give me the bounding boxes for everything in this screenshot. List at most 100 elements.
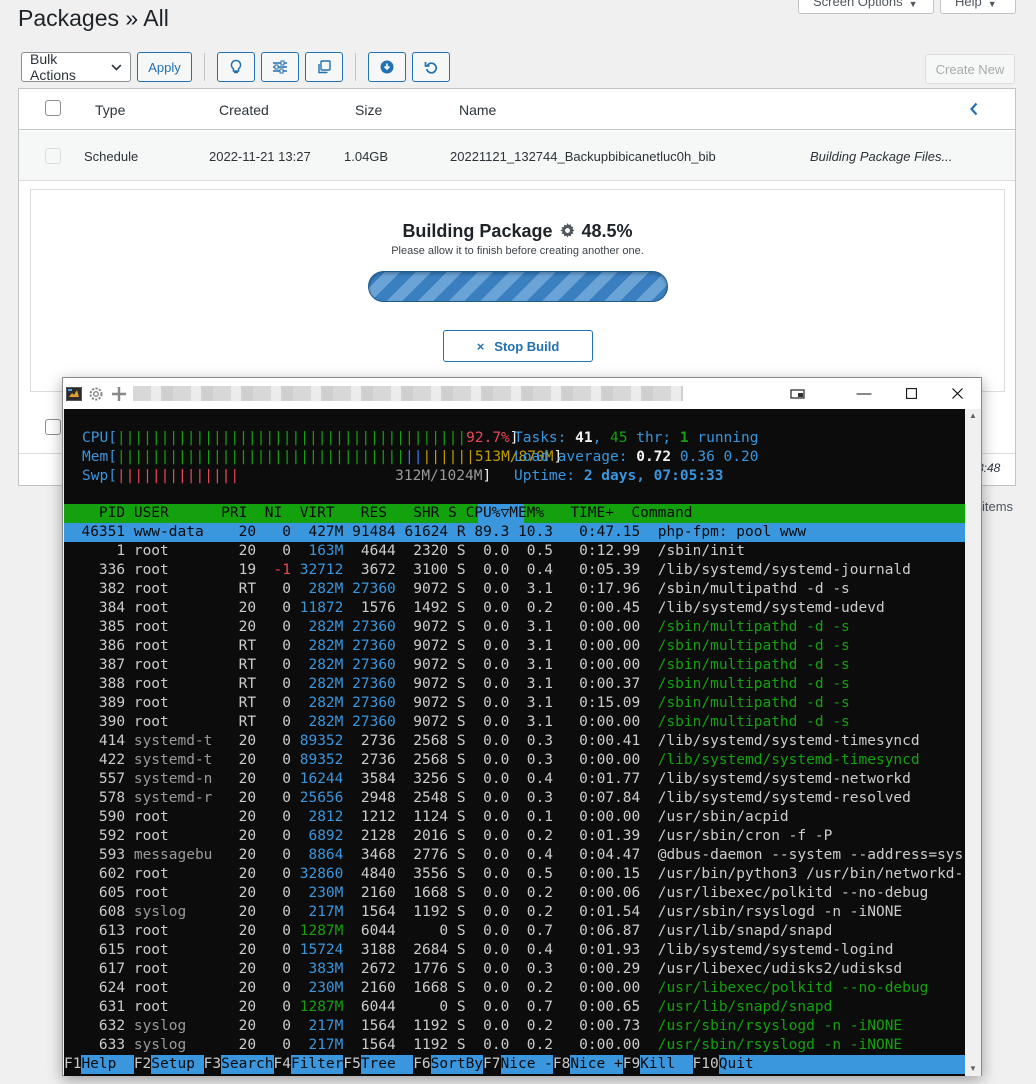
process-row[interactable]: 617 root 20 0 383M 2672 1776 S 0.0 0.3 0… (64, 960, 902, 979)
process-row[interactable]: 336 root 19 -1 32712 3672 3100 S 0.0 0.4… (64, 561, 911, 580)
fkey-label[interactable]: Search (221, 1055, 274, 1074)
process-mem: 0.4 (518, 771, 562, 787)
process-row[interactable]: 608 syslog 20 0 217M 1564 1192 S 0.0 0.2… (64, 903, 902, 922)
process-header-text: PID USER PRI NI VIRT RES SHR S CPU%▽MEM%… (64, 505, 693, 521)
fkey-label[interactable]: SortBy (430, 1055, 483, 1074)
process-row[interactable]: 46351 www-data 20 0 427M 91484 61624 R 8… (64, 523, 806, 542)
mem-meter: Mem[||||||||||||||||||||||||||||||||||||… (82, 448, 562, 467)
process-row[interactable]: 422 systemd-t 20 0 89352 2736 2568 S 0.0… (64, 751, 920, 770)
fkey-label[interactable]: Nice + (570, 1055, 623, 1074)
row-checkbox[interactable] (45, 148, 61, 164)
fkey-f1[interactable]: F1 (64, 1055, 82, 1074)
process-state: S (456, 600, 475, 616)
row-checkbox[interactable] (45, 419, 61, 435)
process-row[interactable]: 382 root RT 0 282M 27360 9072 S 0.0 3.1 … (64, 580, 850, 599)
fkey-label[interactable]: Kill (640, 1055, 693, 1074)
process-row[interactable]: 613 root 20 0 1287M 6044 0 S 0.0 0.7 0:0… (64, 922, 832, 941)
copy-button[interactable] (305, 52, 343, 82)
fkey-f8[interactable]: F8 (552, 1055, 571, 1074)
fkey-label[interactable]: Help (81, 1055, 134, 1074)
process-command: /usr/lib/snapd/snapd (657, 999, 833, 1015)
column-name[interactable]: Name (459, 102, 496, 118)
process-res: 2948 (352, 790, 405, 806)
build-title-text: Building Package (402, 221, 553, 241)
sliders-icon (273, 60, 287, 74)
new-tab-plus-icon[interactable] (111, 386, 127, 402)
process-row[interactable]: 384 root 20 0 11872 1576 1492 S 0.0 0.2 … (64, 599, 885, 618)
process-row[interactable]: 390 root RT 0 282M 27360 9072 S 0.0 3.1 … (64, 713, 850, 732)
process-res: 2160 (352, 980, 405, 996)
fkey-label[interactable]: Nice - (500, 1055, 553, 1074)
process-user: systemd-n (133, 771, 222, 787)
load-1: 0.72 (636, 449, 672, 465)
process-row[interactable]: 632 syslog 20 0 217M 1564 1192 S 0.0 0.2… (64, 1017, 902, 1036)
recovery-button[interactable] (412, 52, 450, 82)
close-button[interactable] (934, 381, 980, 405)
scroll-down-icon[interactable]: ▼ (969, 1064, 977, 1073)
process-row[interactable]: 633 syslog 20 0 217M 1564 1192 S 0.0 0.2… (64, 1036, 902, 1055)
scroll-up-icon[interactable]: ▲ (969, 411, 977, 420)
maximize-button[interactable] (888, 381, 934, 405)
process-row[interactable]: 389 root RT 0 282M 27360 9072 S 0.0 3.1 … (64, 694, 850, 713)
process-pid: 414 (64, 733, 134, 749)
fkey-f10[interactable]: F10 (692, 1055, 719, 1074)
process-ni: 0 (264, 904, 300, 920)
process-row[interactable]: 615 root 20 0 15724 3188 2684 S 0.0 0.4 … (64, 941, 894, 960)
process-user: root (133, 828, 222, 844)
process-pid: 385 (64, 619, 134, 635)
column-type[interactable]: Type (95, 102, 125, 118)
terminal-window[interactable]: — CPU[||||||||||||||||||||||||||||||||||… (62, 377, 982, 1076)
process-mem: 0.2 (518, 904, 562, 920)
fkey-f3[interactable]: F3 (203, 1055, 222, 1074)
fkey-label[interactable]: Filter (290, 1055, 343, 1074)
templates-button[interactable] (217, 52, 255, 82)
process-row[interactable]: 602 root 20 0 32860 4840 3556 S 0.0 0.5 … (64, 865, 963, 884)
fkey-f4[interactable]: F4 (273, 1055, 291, 1074)
help-button[interactable]: Help ▼ (940, 0, 1016, 14)
terminal-scrollbar[interactable]: ▲ ▼ (965, 409, 981, 1076)
process-row[interactable]: 592 root 20 0 6892 2128 2016 S 0.0 0.2 0… (64, 827, 832, 846)
column-size[interactable]: Size (355, 102, 382, 118)
process-res: 1564 (352, 1018, 405, 1034)
settings-button[interactable] (261, 52, 299, 82)
fkey-label[interactable]: Quit (718, 1055, 772, 1074)
htop-screen[interactable]: CPU[||||||||||||||||||||||||||||||||||||… (64, 409, 965, 1076)
fkey-label[interactable]: Tree (360, 1055, 414, 1074)
process-row[interactable]: 1 root 20 0 163M 4644 2320 S 0.0 0.5 0:1… (64, 542, 745, 561)
process-ni: 0 (264, 733, 300, 749)
process-row[interactable]: 414 systemd-t 20 0 89352 2736 2568 S 0.0… (64, 732, 920, 751)
apply-button[interactable]: Apply (137, 52, 192, 82)
fkey-f5[interactable]: F5 (343, 1055, 361, 1074)
process-row[interactable]: 385 root 20 0 282M 27360 9072 S 0.0 3.1 … (64, 618, 850, 637)
fkey-label[interactable]: Setup (151, 1055, 204, 1074)
fkey-f9[interactable]: F9 (622, 1055, 641, 1074)
process-row[interactable]: 590 root 20 0 2812 1212 1124 S 0.0 0.1 0… (64, 808, 789, 827)
toolbar-divider (355, 53, 356, 81)
column-created[interactable]: Created (219, 102, 269, 118)
cpu-meter-bar: |||||||||||||||||||||||||||||||||||||||| (116, 430, 467, 446)
import-button[interactable] (368, 52, 406, 82)
process-row[interactable]: 593 messagebu 20 0 8864 3468 2776 S 0.0 … (64, 846, 963, 865)
terminal-titlebar[interactable]: — (63, 378, 981, 409)
fkey-f7[interactable]: F7 (483, 1055, 501, 1074)
picture-in-picture-icon[interactable] (790, 388, 806, 400)
chevron-left-icon[interactable] (969, 102, 979, 116)
process-row[interactable]: 631 root 20 0 1287M 6044 0 S 0.0 0.7 0:0… (64, 998, 832, 1017)
create-new-button[interactable]: Create New (925, 54, 1015, 84)
select-all-checkbox[interactable] (45, 100, 61, 116)
gear-icon[interactable] (88, 386, 104, 402)
process-row[interactable]: 386 root RT 0 282M 27360 9072 S 0.0 3.1 … (64, 637, 850, 656)
process-row[interactable]: 578 systemd-r 20 0 25656 2948 2548 S 0.0… (64, 789, 911, 808)
process-row[interactable]: 387 root RT 0 282M 27360 9072 S 0.0 3.1 … (64, 656, 850, 675)
fkey-f2[interactable]: F2 (133, 1055, 152, 1074)
minimize-button[interactable]: — (841, 381, 887, 405)
screen-options-button[interactable]: Screen Options ▼ (798, 0, 934, 14)
stop-build-button[interactable]: × Stop Build (443, 330, 593, 362)
process-row[interactable]: 557 systemd-n 20 0 16244 3584 3256 S 0.0… (64, 770, 911, 789)
process-pri: 20 (221, 733, 265, 749)
process-row[interactable]: 388 root RT 0 282M 27360 9072 S 0.0 3.1 … (64, 675, 850, 694)
process-row[interactable]: 624 root 20 0 230M 2160 1668 S 0.0 0.2 0… (64, 979, 928, 998)
process-row[interactable]: 605 root 20 0 230M 2160 1668 S 0.0 0.2 0… (64, 884, 928, 903)
bulk-actions-select[interactable]: Bulk Actions (21, 51, 131, 83)
fkey-f6[interactable]: F6 (413, 1055, 431, 1074)
